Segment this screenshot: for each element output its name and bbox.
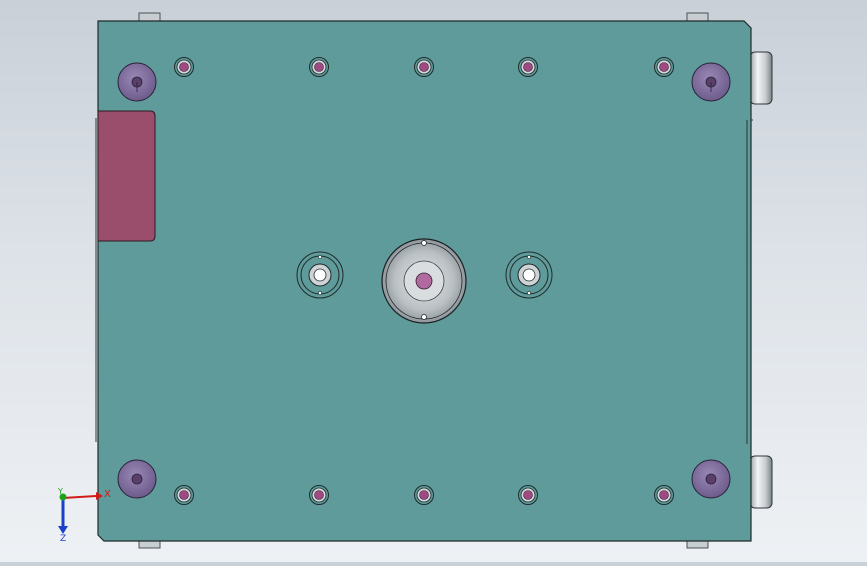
bolt-hole[interactable] <box>309 485 329 505</box>
bolt-hole[interactable] <box>174 57 194 77</box>
boss-bottom-right[interactable] <box>691 459 731 499</box>
sprue-bushing[interactable] <box>381 238 467 324</box>
bolt-hole[interactable] <box>174 485 194 505</box>
bolt-hole[interactable] <box>654 57 674 77</box>
side-pocket[interactable] <box>97 110 156 242</box>
cad-scene[interactable]: X Y Z <box>0 0 867 562</box>
bolt-hole[interactable] <box>414 57 434 77</box>
bolt-hole[interactable] <box>414 485 434 505</box>
bolt-hole[interactable] <box>654 485 674 505</box>
triad-z-label: Z <box>60 534 66 544</box>
triad-z-arrowhead <box>58 526 68 534</box>
boss-top-right[interactable] <box>691 62 731 102</box>
bolt-hole[interactable] <box>518 57 538 77</box>
side-shaft-top[interactable] <box>749 51 773 105</box>
bolt-hole[interactable] <box>518 485 538 505</box>
edge-tab-top-left[interactable] <box>138 12 161 22</box>
triad-x-axis <box>62 495 97 499</box>
triad-y-label: Y <box>57 487 63 496</box>
bolt-hole[interactable] <box>309 57 329 77</box>
boss-top-left[interactable] <box>117 62 157 102</box>
side-shaft-bottom[interactable] <box>749 455 773 509</box>
side-shafts <box>749 51 773 509</box>
triad-x-label: X <box>104 489 111 500</box>
cad-viewport[interactable]: X Y Z <box>0 0 867 562</box>
edge-tab-top-right[interactable] <box>686 12 709 22</box>
boss-bottom-left[interactable] <box>117 459 157 499</box>
